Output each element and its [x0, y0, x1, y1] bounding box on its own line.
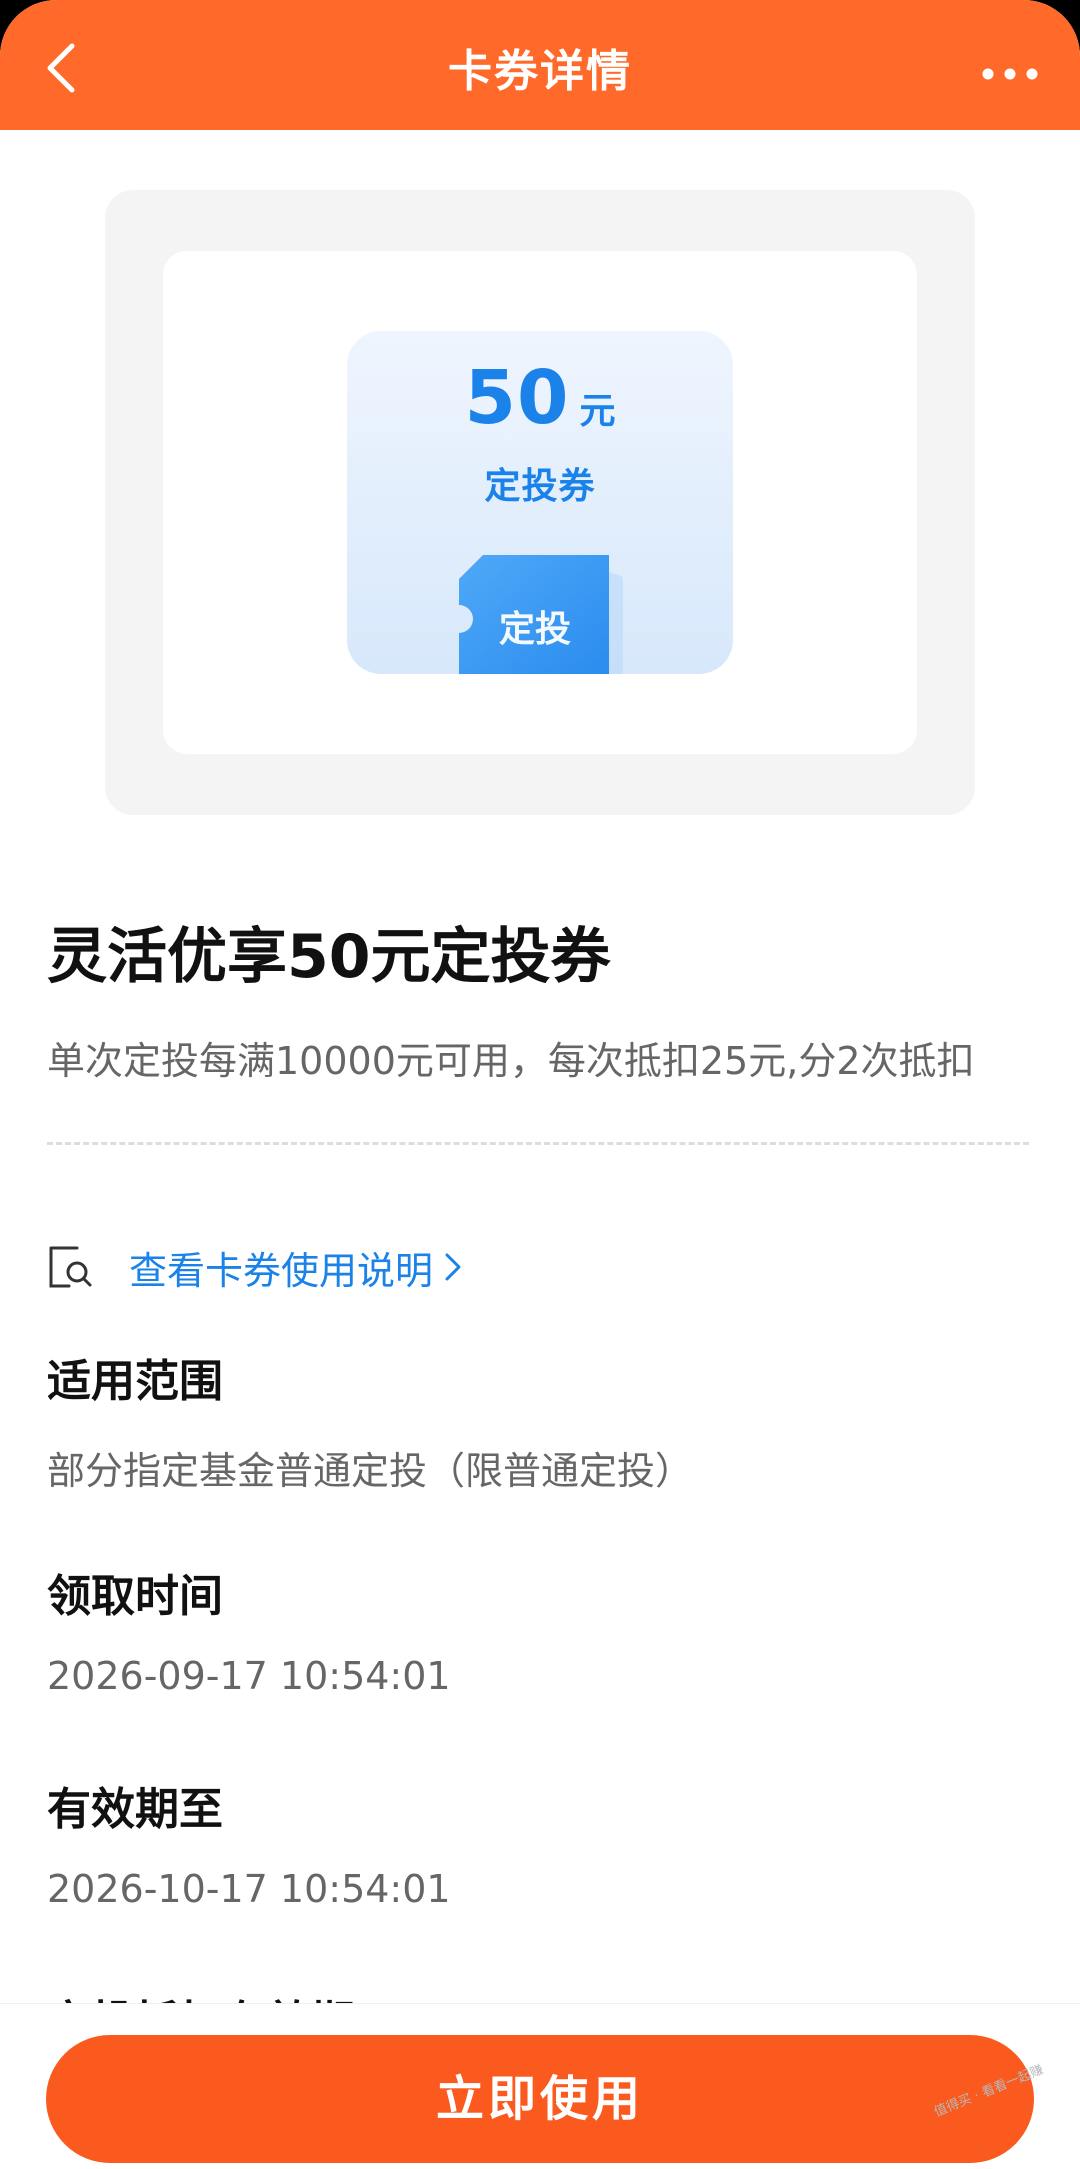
coupon-unit: 元 [579, 391, 616, 432]
usage-guide-label: 查看卡券使用说明 [129, 1248, 434, 1293]
coupon-description: 单次定投每满10000元可用，每次抵扣25元,分2次抵扣 [47, 1039, 975, 1083]
coupon-preview-frame: 50 元 定投券 定投 [105, 190, 975, 815]
chevron-right-icon [445, 1253, 461, 1281]
received-time-heading: 领取时间 [47, 1571, 223, 1622]
coupon-detail-screen: 卡券详情 50 元 定投券 定投 灵活优享50元定投券 单次定投每满10000元… [0, 0, 1080, 2169]
expiry-heading: 有效期至 [47, 1784, 223, 1835]
page-title: 卡券详情 [448, 46, 632, 97]
received-time-value: 2026-09-17 10:54:01 [47, 1654, 451, 1698]
scope-heading: 适用范围 [47, 1356, 223, 1407]
ticket-icon: 定投 [459, 555, 623, 674]
coupon-amount-line: 50 元 [347, 355, 733, 441]
coupon-card: 50 元 定投券 定投 [347, 331, 733, 674]
ticket-label: 定投 [499, 609, 571, 650]
use-now-button[interactable]: 立即使用 [46, 2035, 1034, 2163]
dashed-divider [47, 1142, 1029, 1145]
coupon-type-label: 定投券 [484, 466, 596, 507]
top-navigation-bar: 卡券详情 [0, 0, 1080, 130]
coupon-preview-panel: 50 元 定投券 定投 [163, 251, 917, 754]
coupon-title: 灵活优享50元定投券 [47, 922, 611, 992]
more-options-icon[interactable] [980, 54, 1040, 94]
expiry-value: 2026-10-17 10:54:01 [47, 1867, 451, 1911]
bottom-action-bar: 立即使用 [0, 2003, 1080, 2169]
scope-value: 部分指定基金普通定投（限普通定投） [47, 1449, 694, 1493]
document-search-icon [49, 1246, 92, 1288]
usage-guide-link[interactable]: 查看卡券使用说明 [47, 1240, 463, 1294]
coupon-amount: 50 [464, 355, 570, 441]
